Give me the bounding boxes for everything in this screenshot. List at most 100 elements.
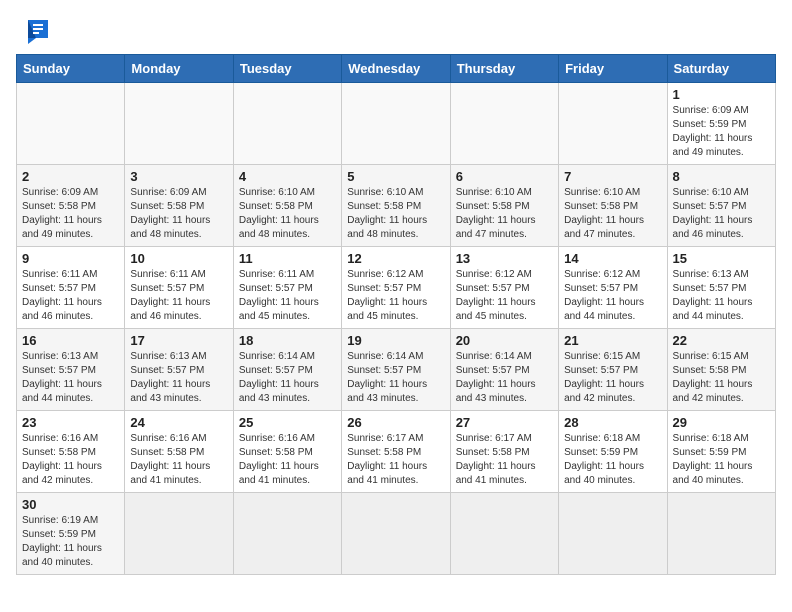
calendar-day-cell: 5Sunrise: 6:10 AM Sunset: 5:58 PM Daylig… bbox=[342, 165, 450, 247]
calendar-week-row: 1 Sunrise: 6:09 AM Sunset: 5:59 PM Daylig… bbox=[17, 83, 776, 165]
day-info: Sunrise: 6:10 AM Sunset: 5:57 PM Dayligh… bbox=[673, 186, 770, 242]
calendar-table: SundayMondayTuesdayWednesdayThursdayFrid… bbox=[16, 54, 776, 575]
calendar-day-cell: 18Sunrise: 6:14 AM Sunset: 5:57 PM Dayli… bbox=[233, 329, 341, 411]
day-info: Sunrise: 6:09 AM Sunset: 5:59 PM Dayligh… bbox=[673, 104, 770, 160]
calendar-day-cell: 2Sunrise: 6:09 AM Sunset: 5:58 PM Daylig… bbox=[17, 165, 125, 247]
day-info: Sunrise: 6:12 AM Sunset: 5:57 PM Dayligh… bbox=[456, 268, 553, 324]
calendar-week-row: 2 Sunrise: 6:09 AM Sunset: 5:58 PM Daylig… bbox=[17, 165, 776, 247]
day-info: Sunrise: 6:19 AM Sunset: 5:59 PM Dayligh… bbox=[22, 514, 119, 570]
day-number: 12 bbox=[347, 251, 444, 266]
day-info: Sunrise: 6:11 AM Sunset: 5:57 PM Dayligh… bbox=[22, 268, 119, 324]
calendar-day-cell: 11 Sunrise: 6:11 AM Sunset: 5:57 PM Dayli… bbox=[233, 247, 341, 329]
day-number: 16 bbox=[22, 333, 119, 348]
day-number: 3 bbox=[130, 169, 227, 184]
calendar-day-cell bbox=[559, 493, 667, 575]
weekday-header-friday: Friday bbox=[559, 55, 667, 83]
calendar-day-cell: 10 Sunrise: 6:11 AM Sunset: 5:57 PM Dayli… bbox=[125, 247, 233, 329]
calendar-day-cell: 15Sunrise: 6:13 AM Sunset: 5:57 PM Dayli… bbox=[667, 247, 775, 329]
day-info: Sunrise: 6:12 AM Sunset: 5:57 PM Dayligh… bbox=[347, 268, 444, 324]
weekday-header-sunday: Sunday bbox=[17, 55, 125, 83]
calendar-day-cell: 26Sunrise: 6:17 AM Sunset: 5:58 PM Dayli… bbox=[342, 411, 450, 493]
calendar-day-cell: 6 Sunrise: 6:10 AM Sunset: 5:58 PM Daylig… bbox=[450, 165, 558, 247]
calendar-day-cell: 23 Sunrise: 6:16 AM Sunset: 5:58 PM Dayli… bbox=[17, 411, 125, 493]
day-number: 20 bbox=[456, 333, 553, 348]
calendar-day-cell bbox=[450, 493, 558, 575]
day-info: Sunrise: 6:16 AM Sunset: 5:58 PM Dayligh… bbox=[130, 432, 227, 488]
weekday-header-row: SundayMondayTuesdayWednesdayThursdayFrid… bbox=[17, 55, 776, 83]
weekday-header-monday: Monday bbox=[125, 55, 233, 83]
calendar-day-cell: 4 Sunrise: 6:10 AM Sunset: 5:58 PM Daylig… bbox=[233, 165, 341, 247]
calendar-day-cell bbox=[125, 493, 233, 575]
weekday-header-wednesday: Wednesday bbox=[342, 55, 450, 83]
calendar-day-cell: 20 Sunrise: 6:14 AM Sunset: 5:57 PM Dayli… bbox=[450, 329, 558, 411]
day-number: 10 bbox=[130, 251, 227, 266]
day-number: 13 bbox=[456, 251, 553, 266]
day-info: Sunrise: 6:14 AM Sunset: 5:57 PM Dayligh… bbox=[347, 350, 444, 406]
day-info: Sunrise: 6:12 AM Sunset: 5:57 PM Dayligh… bbox=[564, 268, 661, 324]
weekday-header-thursday: Thursday bbox=[450, 55, 558, 83]
calendar-week-row: 9 Sunrise: 6:11 AM Sunset: 5:57 PM Daylig… bbox=[17, 247, 776, 329]
day-number: 14 bbox=[564, 251, 661, 266]
day-info: Sunrise: 6:17 AM Sunset: 5:58 PM Dayligh… bbox=[347, 432, 444, 488]
calendar-day-cell: 29 Sunrise: 6:18 AM Sunset: 5:59 PM Dayli… bbox=[667, 411, 775, 493]
calendar-day-cell: 14 Sunrise: 6:12 AM Sunset: 5:57 PM Dayli… bbox=[559, 247, 667, 329]
day-number: 4 bbox=[239, 169, 336, 184]
day-number: 9 bbox=[22, 251, 119, 266]
day-info: Sunrise: 6:16 AM Sunset: 5:58 PM Dayligh… bbox=[239, 432, 336, 488]
day-number: 24 bbox=[130, 415, 227, 430]
calendar-week-row: 30 Sunrise: 6:19 AM Sunset: 5:59 PM Dayli… bbox=[17, 493, 776, 575]
day-info: Sunrise: 6:10 AM Sunset: 5:58 PM Dayligh… bbox=[564, 186, 661, 242]
day-info: Sunrise: 6:13 AM Sunset: 5:57 PM Dayligh… bbox=[130, 350, 227, 406]
day-number: 23 bbox=[22, 415, 119, 430]
day-info: Sunrise: 6:18 AM Sunset: 5:59 PM Dayligh… bbox=[673, 432, 770, 488]
day-number: 1 bbox=[673, 87, 770, 102]
calendar-day-cell: 17Sunrise: 6:13 AM Sunset: 5:57 PM Dayli… bbox=[125, 329, 233, 411]
calendar-day-cell: 25 Sunrise: 6:16 AM Sunset: 5:58 PM Dayli… bbox=[233, 411, 341, 493]
logo-area bbox=[16, 16, 52, 44]
calendar-day-cell: 27Sunrise: 6:17 AM Sunset: 5:58 PM Dayli… bbox=[450, 411, 558, 493]
day-number: 30 bbox=[22, 497, 119, 512]
page-header bbox=[16, 16, 776, 44]
calendar-day-cell bbox=[342, 83, 450, 165]
calendar-day-cell: 21Sunrise: 6:15 AM Sunset: 5:57 PM Dayli… bbox=[559, 329, 667, 411]
calendar-day-cell bbox=[450, 83, 558, 165]
day-number: 25 bbox=[239, 415, 336, 430]
day-info: Sunrise: 6:18 AM Sunset: 5:59 PM Dayligh… bbox=[564, 432, 661, 488]
day-number: 28 bbox=[564, 415, 661, 430]
day-info: Sunrise: 6:17 AM Sunset: 5:58 PM Dayligh… bbox=[456, 432, 553, 488]
day-info: Sunrise: 6:10 AM Sunset: 5:58 PM Dayligh… bbox=[239, 186, 336, 242]
day-number: 8 bbox=[673, 169, 770, 184]
calendar-day-cell: 8 Sunrise: 6:10 AM Sunset: 5:57 PM Daylig… bbox=[667, 165, 775, 247]
day-number: 22 bbox=[673, 333, 770, 348]
day-number: 18 bbox=[239, 333, 336, 348]
calendar-day-cell bbox=[233, 493, 341, 575]
generalblue-icon bbox=[20, 16, 52, 44]
day-number: 29 bbox=[673, 415, 770, 430]
calendar-day-cell bbox=[17, 83, 125, 165]
day-number: 2 bbox=[22, 169, 119, 184]
calendar-day-cell bbox=[342, 493, 450, 575]
day-info: Sunrise: 6:16 AM Sunset: 5:58 PM Dayligh… bbox=[22, 432, 119, 488]
day-info: Sunrise: 6:09 AM Sunset: 5:58 PM Dayligh… bbox=[130, 186, 227, 242]
day-number: 15 bbox=[673, 251, 770, 266]
calendar-day-cell: 19 Sunrise: 6:14 AM Sunset: 5:57 PM Dayli… bbox=[342, 329, 450, 411]
calendar-day-cell: 13 Sunrise: 6:12 AM Sunset: 5:57 PM Dayli… bbox=[450, 247, 558, 329]
calendar-week-row: 23 Sunrise: 6:16 AM Sunset: 5:58 PM Dayli… bbox=[17, 411, 776, 493]
day-info: Sunrise: 6:10 AM Sunset: 5:58 PM Dayligh… bbox=[347, 186, 444, 242]
calendar-day-cell: 24 Sunrise: 6:16 AM Sunset: 5:58 PM Dayli… bbox=[125, 411, 233, 493]
day-info: Sunrise: 6:13 AM Sunset: 5:57 PM Dayligh… bbox=[22, 350, 119, 406]
calendar-day-cell: 28 Sunrise: 6:18 AM Sunset: 5:59 PM Dayli… bbox=[559, 411, 667, 493]
calendar-day-cell: 22 Sunrise: 6:15 AM Sunset: 5:58 PM Dayli… bbox=[667, 329, 775, 411]
day-info: Sunrise: 6:15 AM Sunset: 5:58 PM Dayligh… bbox=[673, 350, 770, 406]
day-info: Sunrise: 6:10 AM Sunset: 5:58 PM Dayligh… bbox=[456, 186, 553, 242]
day-info: Sunrise: 6:11 AM Sunset: 5:57 PM Dayligh… bbox=[239, 268, 336, 324]
day-number: 19 bbox=[347, 333, 444, 348]
calendar-day-cell: 7 Sunrise: 6:10 AM Sunset: 5:58 PM Daylig… bbox=[559, 165, 667, 247]
day-info: Sunrise: 6:11 AM Sunset: 5:57 PM Dayligh… bbox=[130, 268, 227, 324]
day-number: 7 bbox=[564, 169, 661, 184]
day-info: Sunrise: 6:15 AM Sunset: 5:57 PM Dayligh… bbox=[564, 350, 661, 406]
day-number: 6 bbox=[456, 169, 553, 184]
day-info: Sunrise: 6:14 AM Sunset: 5:57 PM Dayligh… bbox=[456, 350, 553, 406]
calendar-day-cell bbox=[667, 493, 775, 575]
day-number: 11 bbox=[239, 251, 336, 266]
